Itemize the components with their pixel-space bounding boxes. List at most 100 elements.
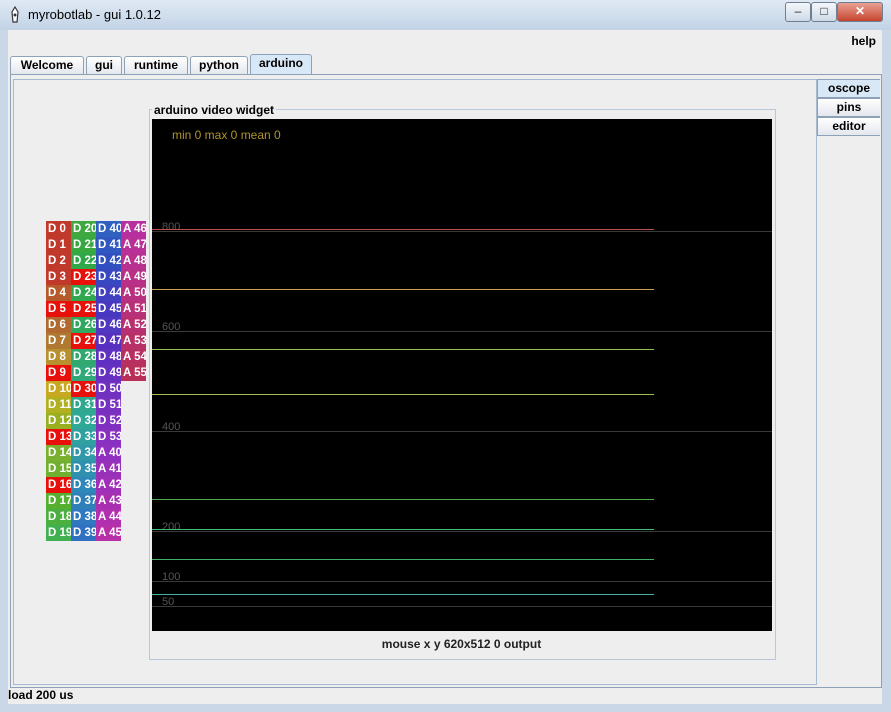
tab-pins[interactable]: pins — [817, 98, 880, 117]
pin-a52[interactable]: A 52 — [121, 317, 146, 333]
pin-d51[interactable]: D 51 — [96, 397, 121, 413]
pin-d48[interactable]: D 48 — [96, 349, 121, 365]
gridline — [152, 431, 772, 432]
pin-d28[interactable]: D 28 — [71, 349, 96, 365]
pin-a45[interactable]: A 45 — [96, 525, 121, 541]
pin-d24[interactable]: D 24 — [71, 285, 96, 301]
pin-d42[interactable]: D 42 — [96, 253, 121, 269]
pin-d7[interactable]: D 7 — [46, 333, 71, 349]
pin-d29[interactable]: D 29 — [71, 365, 96, 381]
pin-d30[interactable]: D 30 — [71, 381, 96, 397]
tab-gui[interactable]: gui — [86, 56, 122, 75]
gridline — [152, 581, 772, 582]
pin-d53[interactable]: D 53 — [96, 429, 121, 445]
pin-d4[interactable]: D 4 — [46, 285, 71, 301]
pin-d0[interactable]: D 0 — [46, 221, 71, 237]
pin-a47[interactable]: A 47 — [121, 237, 146, 253]
pin-a46[interactable]: A 46 — [121, 221, 146, 237]
pin-d26[interactable]: D 26 — [71, 317, 96, 333]
pin-d5[interactable]: D 5 — [46, 301, 71, 317]
tab-editor[interactable]: editor — [817, 117, 880, 136]
pin-d14[interactable]: D 14 — [46, 445, 71, 461]
pin-a49[interactable]: A 49 — [121, 269, 146, 285]
mouse-readout: mouse x y 620x512 0 output — [381, 637, 542, 651]
gridline — [152, 531, 772, 532]
pin-d10[interactable]: D 10 — [46, 381, 71, 397]
pin-a55[interactable]: A 55 — [121, 365, 146, 381]
pin-d23[interactable]: D 23 — [71, 269, 96, 285]
trace-line — [152, 559, 654, 560]
pin-d46[interactable]: D 46 — [96, 317, 121, 333]
trace-line — [152, 529, 654, 530]
status-bar: load 200 us — [8, 688, 74, 702]
pin-d18[interactable]: D 18 — [46, 509, 71, 525]
pin-d41[interactable]: D 41 — [96, 237, 121, 253]
pin-d52[interactable]: D 52 — [96, 413, 121, 429]
oscope-display[interactable]: min 0 max 0 mean 0 800 600 400 200 100 50 — [152, 119, 772, 631]
maximize-button[interactable]: □ — [811, 2, 837, 22]
minimize-button[interactable]: – — [785, 2, 811, 22]
menu-bar: help — [8, 30, 882, 52]
stats-readout: min 0 max 0 mean 0 — [172, 128, 281, 142]
tab-python[interactable]: python — [190, 56, 248, 75]
pin-d36[interactable]: D 36 — [71, 477, 96, 493]
pin-d17[interactable]: D 17 — [46, 493, 71, 509]
pin-d13[interactable]: D 13 — [46, 429, 71, 445]
window-title: myrobotlab - gui 1.0.12 — [28, 7, 161, 22]
pin-d1[interactable]: D 1 — [46, 237, 71, 253]
pin-a51[interactable]: A 51 — [121, 301, 146, 317]
pin-d43[interactable]: D 43 — [96, 269, 121, 285]
pin-d3[interactable]: D 3 — [46, 269, 71, 285]
gridline — [152, 231, 772, 232]
pin-d15[interactable]: D 15 — [46, 461, 71, 477]
pin-d21[interactable]: D 21 — [71, 237, 96, 253]
widget-title: arduino video widget — [152, 103, 277, 117]
pin-d40[interactable]: D 40 — [96, 221, 121, 237]
pin-d27[interactable]: D 27 — [71, 333, 96, 349]
pin-a54[interactable]: A 54 — [121, 349, 146, 365]
pin-d44[interactable]: D 44 — [96, 285, 121, 301]
pin-d11[interactable]: D 11 — [46, 397, 71, 413]
pin-d22[interactable]: D 22 — [71, 253, 96, 269]
pin-d16[interactable]: D 16 — [46, 477, 71, 493]
tab-welcome[interactable]: Welcome — [10, 56, 84, 75]
pin-d50[interactable]: D 50 — [96, 381, 121, 397]
pin-d20[interactable]: D 20 — [71, 221, 96, 237]
tab-runtime[interactable]: runtime — [124, 56, 188, 75]
pin-a40[interactable]: A 40 — [96, 445, 121, 461]
pin-d47[interactable]: D 47 — [96, 333, 121, 349]
pin-d8[interactable]: D 8 — [46, 349, 71, 365]
pin-d35[interactable]: D 35 — [71, 461, 96, 477]
tab-arduino[interactable]: arduino — [250, 54, 312, 75]
pin-d6[interactable]: D 6 — [46, 317, 71, 333]
pin-a41[interactable]: A 41 — [96, 461, 121, 477]
pin-a44[interactable]: A 44 — [96, 509, 121, 525]
tab-oscope[interactable]: oscope — [817, 79, 880, 98]
pin-d45[interactable]: D 45 — [96, 301, 121, 317]
pin-a43[interactable]: A 43 — [96, 493, 121, 509]
pin-a53[interactable]: A 53 — [121, 333, 146, 349]
pin-d31[interactable]: D 31 — [71, 397, 96, 413]
pin-d12[interactable]: D 12 — [46, 413, 71, 429]
app-icon — [11, 6, 19, 23]
pin-d2[interactable]: D 2 — [46, 253, 71, 269]
pin-d33[interactable]: D 33 — [71, 429, 96, 445]
close-button[interactable]: ✕ — [837, 2, 883, 22]
pin-d49[interactable]: D 49 — [96, 365, 121, 381]
trace-line — [152, 394, 654, 395]
title-bar: myrobotlab - gui 1.0.12 – □ ✕ — [0, 0, 891, 30]
pin-d34[interactable]: D 34 — [71, 445, 96, 461]
pin-d37[interactable]: D 37 — [71, 493, 96, 509]
pin-a48[interactable]: A 48 — [121, 253, 146, 269]
pin-a42[interactable]: A 42 — [96, 477, 121, 493]
pin-a50[interactable]: A 50 — [121, 285, 146, 301]
help-menu[interactable]: help — [851, 34, 876, 48]
pin-d39[interactable]: D 39 — [71, 525, 96, 541]
pin-d32[interactable]: D 32 — [71, 413, 96, 429]
pin-d38[interactable]: D 38 — [71, 509, 96, 525]
gridline — [152, 331, 772, 332]
pin-d19[interactable]: D 19 — [46, 525, 71, 541]
trace-line — [152, 349, 654, 350]
pin-d25[interactable]: D 25 — [71, 301, 96, 317]
pin-d9[interactable]: D 9 — [46, 365, 71, 381]
